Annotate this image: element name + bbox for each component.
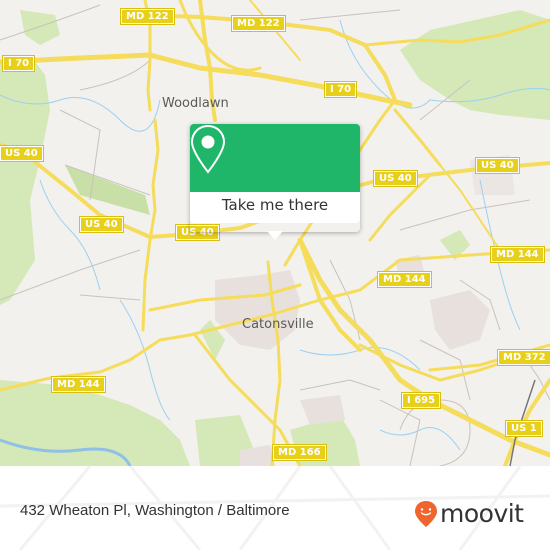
- moovit-wordmark: moovit: [440, 499, 524, 528]
- moovit-logo[interactable]: moovit: [414, 500, 524, 528]
- road-shield-us1: US 1: [505, 420, 543, 437]
- take-me-there-button[interactable]: Take me there: [190, 192, 360, 223]
- location-popup: Take me there: [190, 124, 360, 240]
- road-shield-md144: MD 144: [51, 376, 106, 393]
- road-shield-i70: I 70: [323, 81, 358, 98]
- road-shield-md144: MD 144: [377, 271, 432, 288]
- place-label-woodlawn: Woodlawn: [162, 96, 229, 111]
- road-shield-us40: US 40: [373, 170, 418, 187]
- map-pin-icon: [190, 124, 226, 174]
- popup-header: [190, 124, 360, 192]
- moovit-pin-icon: [415, 501, 437, 527]
- footer-bar: 432 Wheaton Pl, Washington / Baltimore m…: [0, 466, 550, 550]
- place-label-catonsville: Catonsville: [242, 317, 314, 332]
- popup-pointer: [267, 231, 283, 240]
- road-shield-us40: US 40: [0, 145, 44, 162]
- address-text: 432 Wheaton Pl, Washington / Baltimore: [20, 502, 290, 519]
- road-shield-us40: US 40: [79, 216, 124, 233]
- road-shield-md166: MD 166: [272, 444, 327, 461]
- road-shield-us40: US 40: [475, 157, 520, 174]
- road-shield-md372: MD 372: [497, 349, 550, 366]
- road-shield-md122: MD 122: [120, 8, 175, 25]
- road-shield-i70: I 70: [1, 55, 36, 72]
- road-shield-md144: MD 144: [490, 246, 545, 263]
- road-shield-md122: MD 122: [231, 15, 286, 32]
- road-shield-i695: I 695: [400, 392, 442, 409]
- map-view[interactable]: Woodlawn Catonsville MD 122 MD 122 I 70 …: [0, 0, 550, 466]
